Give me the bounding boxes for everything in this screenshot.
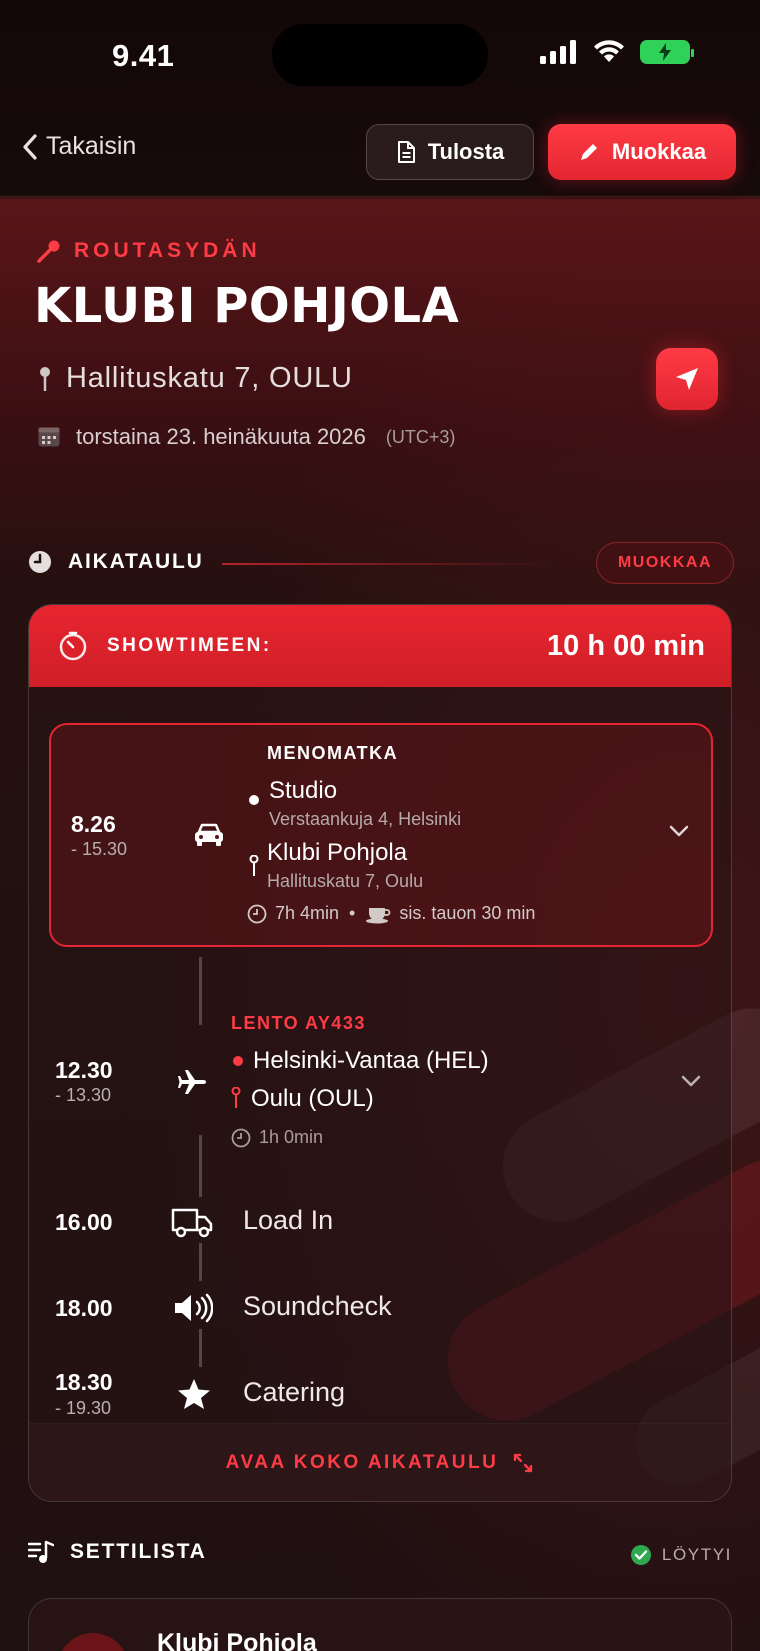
schedule-divider <box>222 563 552 565</box>
clock-icon <box>29 551 51 573</box>
flight-to: Oulu (OUL) <box>251 1085 374 1112</box>
edit-button[interactable]: Muokkaa <box>548 124 736 180</box>
truck-icon <box>171 1205 213 1239</box>
timeline-connector <box>199 1329 202 1367</box>
setlist-status-text: LÖYTYI <box>661 1545 732 1564</box>
setlist-card[interactable]: Klubi Pohjola <box>28 1598 732 1651</box>
chevron-left-icon <box>23 133 37 160</box>
journey-from-address: Verstaankuja 4, Helsinki <box>269 809 462 829</box>
setlist-item-title: Klubi Pohjola <box>157 1629 317 1651</box>
edit-label: Muokkaa <box>611 139 707 164</box>
journey-start-time: 8.26 <box>71 811 116 837</box>
checkmark-circle-icon <box>630 1545 651 1565</box>
journey-duration: 7h 4min <box>275 903 340 923</box>
status-icons <box>540 40 694 64</box>
star-icon <box>177 1377 211 1411</box>
setlist-avatar <box>57 1633 129 1651</box>
meta-separator: • <box>349 903 356 923</box>
origin-dot-icon <box>233 1056 243 1066</box>
back-button[interactable]: Takaisin <box>22 132 136 161</box>
date-text: torstaina 23. heinäkuuta 2026 <box>76 424 366 449</box>
open-full-schedule-label: AVAA KOKO AIKATAULU <box>225 1451 499 1473</box>
event-time: 18.30 <box>55 1369 113 1395</box>
countdown-label: SHOWTIMEEN: <box>107 635 272 656</box>
pin-icon <box>40 366 50 391</box>
origin-dot-icon <box>249 795 259 805</box>
journey-from-name: Studio <box>269 777 338 804</box>
venue-address: Hallituskatu 7, OULU <box>38 362 353 395</box>
flight-end-time: - 13.30 <box>55 1085 112 1105</box>
flight-duration: 1h 0min <box>259 1127 324 1147</box>
nav-divider <box>0 196 760 197</box>
speaker-icon <box>173 1291 213 1325</box>
event-time: 16.00 <box>55 1209 113 1235</box>
coffee-cup-icon <box>366 907 391 923</box>
setlist-header: SETTILISTA <box>28 1540 207 1564</box>
event-date: torstaina 23. heinäkuuta 2026 (UTC+3) <box>38 424 455 450</box>
event-label: Soundcheck <box>243 1291 392 1321</box>
pencil-icon <box>580 144 597 160</box>
journey-item[interactable]: 8.26 - 15.30 MENOMATKA Studio Verstaanku… <box>49 723 713 947</box>
event-label: Catering <box>243 1377 346 1407</box>
flight-title: LENTO AY433 <box>231 1013 366 1033</box>
music-list-icon <box>28 1540 54 1563</box>
schedule-card: SHOWTIMEEN: 10 h 00 min 8.26 - 15.30 MEN… <box>28 604 732 1502</box>
journey-to-address: Hallituskatu 7, Oulu <box>267 871 424 891</box>
journey-to-name: Klubi Pohjola <box>267 839 408 866</box>
schedule-title: AIKATAULU <box>68 550 204 573</box>
dynamic-island <box>272 24 488 86</box>
schedule-edit-button[interactable]: MUOKKAA <box>596 542 734 584</box>
document-icon <box>397 141 415 163</box>
location-arrow-icon <box>676 368 698 390</box>
destination-pin-icon <box>249 855 259 876</box>
schedule-header: AIKATAULU <box>28 550 204 574</box>
artist-name: ROUTASYDÄN <box>74 239 261 262</box>
event-end-time: - 19.30 <box>55 1398 112 1418</box>
battery-icon <box>640 40 694 64</box>
countdown-bar: SHOWTIMEEN: 10 h 00 min <box>29 605 731 687</box>
open-full-schedule-button[interactable]: AVAA KOKO AIKATAULU <box>29 1423 731 1501</box>
venue-title: KLUBI POHJOLA <box>34 278 460 334</box>
clock-outline-icon <box>247 904 267 923</box>
flight-from: Helsinki-Vantaa (HEL) <box>253 1047 489 1074</box>
address-text: Hallituskatu 7, OULU <box>66 362 353 394</box>
event-time: 18.00 <box>55 1295 113 1321</box>
event-label: Load In <box>243 1205 334 1235</box>
clock-outline-icon <box>231 1128 251 1147</box>
print-label: Tulosta <box>427 139 505 164</box>
timeline-connector <box>199 1135 202 1197</box>
signal-icon <box>540 40 576 64</box>
timeline-connector <box>199 957 202 1025</box>
timezone-text: (UTC+3) <box>385 426 456 447</box>
stopwatch-icon <box>59 631 87 661</box>
setlist-title: SETTILISTA <box>70 1540 207 1563</box>
car-icon <box>193 821 225 849</box>
print-button[interactable]: Tulosta <box>366 124 534 180</box>
journey-break: sis. tauon 30 min <box>399 903 536 923</box>
airplane-icon <box>177 1067 207 1097</box>
chevron-down-icon[interactable] <box>669 825 689 837</box>
timeline-connector <box>199 1243 202 1281</box>
flight-start-time: 12.30 <box>55 1057 113 1083</box>
journey-title: MENOMATKA <box>267 743 399 763</box>
setlist-status: LÖYTYI <box>630 1544 732 1566</box>
navigate-button[interactable] <box>656 348 718 410</box>
journey-meta: 7h 4min • sis. tauon 30 min <box>247 903 535 924</box>
status-time: 9.41 <box>112 38 175 73</box>
artist-label: ROUTASYDÄN <box>36 238 261 264</box>
journey-end-time: - 15.30 <box>71 839 128 859</box>
microphone-icon <box>37 240 60 263</box>
expand-icon <box>514 1453 533 1472</box>
chevron-down-icon[interactable] <box>681 1075 701 1087</box>
back-label: Takaisin <box>46 132 137 160</box>
destination-pin-icon <box>231 1087 241 1108</box>
wifi-icon <box>594 40 624 62</box>
flight-meta: 1h 0min <box>231 1127 323 1148</box>
countdown-value: 10 h 00 min <box>547 629 705 662</box>
calendar-icon <box>38 427 60 447</box>
